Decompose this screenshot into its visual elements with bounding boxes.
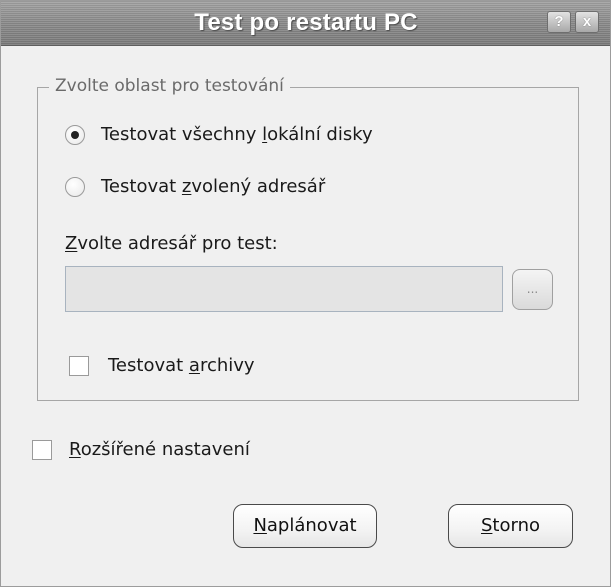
radio-all-disks-label[interactable]: Testovat všechny lokální disky bbox=[101, 124, 373, 146]
radio-selected-dot bbox=[71, 131, 79, 139]
label-text: okální disky bbox=[267, 124, 373, 145]
browse-button[interactable]: ... bbox=[512, 269, 553, 310]
label-text: ozšířené nastavení bbox=[80, 439, 250, 460]
cancel-button[interactable]: Storno bbox=[448, 504, 573, 548]
window-title: Test po restartu PC bbox=[194, 9, 418, 36]
schedule-button[interactable]: Naplánovat bbox=[233, 504, 377, 548]
button-mnemonic: N bbox=[253, 515, 267, 536]
label-text: Testovat bbox=[108, 355, 189, 376]
label-mnemonic: a bbox=[188, 355, 200, 376]
button-text: aplánovat bbox=[266, 515, 357, 536]
label-text: Testovat všechny bbox=[101, 124, 263, 145]
label-mnemonic: Z bbox=[65, 233, 78, 254]
label-text: Testovat bbox=[101, 176, 182, 197]
dir-field-label: Zvolte adresář pro test: bbox=[65, 233, 278, 255]
title-bar[interactable]: Test po restartu PC ? x bbox=[1, 1, 610, 46]
label-mnemonic: R bbox=[69, 439, 81, 460]
label-text: volený adresář bbox=[191, 176, 326, 197]
label-text: rchivy bbox=[199, 355, 255, 376]
radio-selected-dir[interactable] bbox=[65, 177, 85, 197]
help-icon[interactable]: ? bbox=[547, 11, 571, 33]
dialog-window: Test po restartu PC ? x Zvolte oblast pr… bbox=[0, 0, 611, 587]
advanced-settings-checkbox[interactable] bbox=[32, 440, 52, 460]
archives-checkbox-label[interactable]: Testovat archivy bbox=[108, 355, 255, 377]
button-mnemonic: S bbox=[480, 515, 493, 536]
dir-path-input[interactable] bbox=[65, 266, 503, 312]
close-icon[interactable]: x bbox=[575, 11, 599, 33]
advanced-settings-label[interactable]: Rozšířené nastavení bbox=[69, 439, 250, 461]
radio-selected-dir-label[interactable]: Testovat zvolený adresář bbox=[101, 176, 325, 198]
label-text: volte adresář pro test: bbox=[77, 233, 278, 254]
archives-checkbox[interactable] bbox=[69, 356, 89, 376]
button-text: torno bbox=[492, 515, 540, 536]
label-mnemonic: z bbox=[181, 176, 192, 197]
groupbox-legend: Zvolte oblast pro testování bbox=[49, 75, 290, 97]
radio-all-disks[interactable] bbox=[65, 125, 85, 145]
